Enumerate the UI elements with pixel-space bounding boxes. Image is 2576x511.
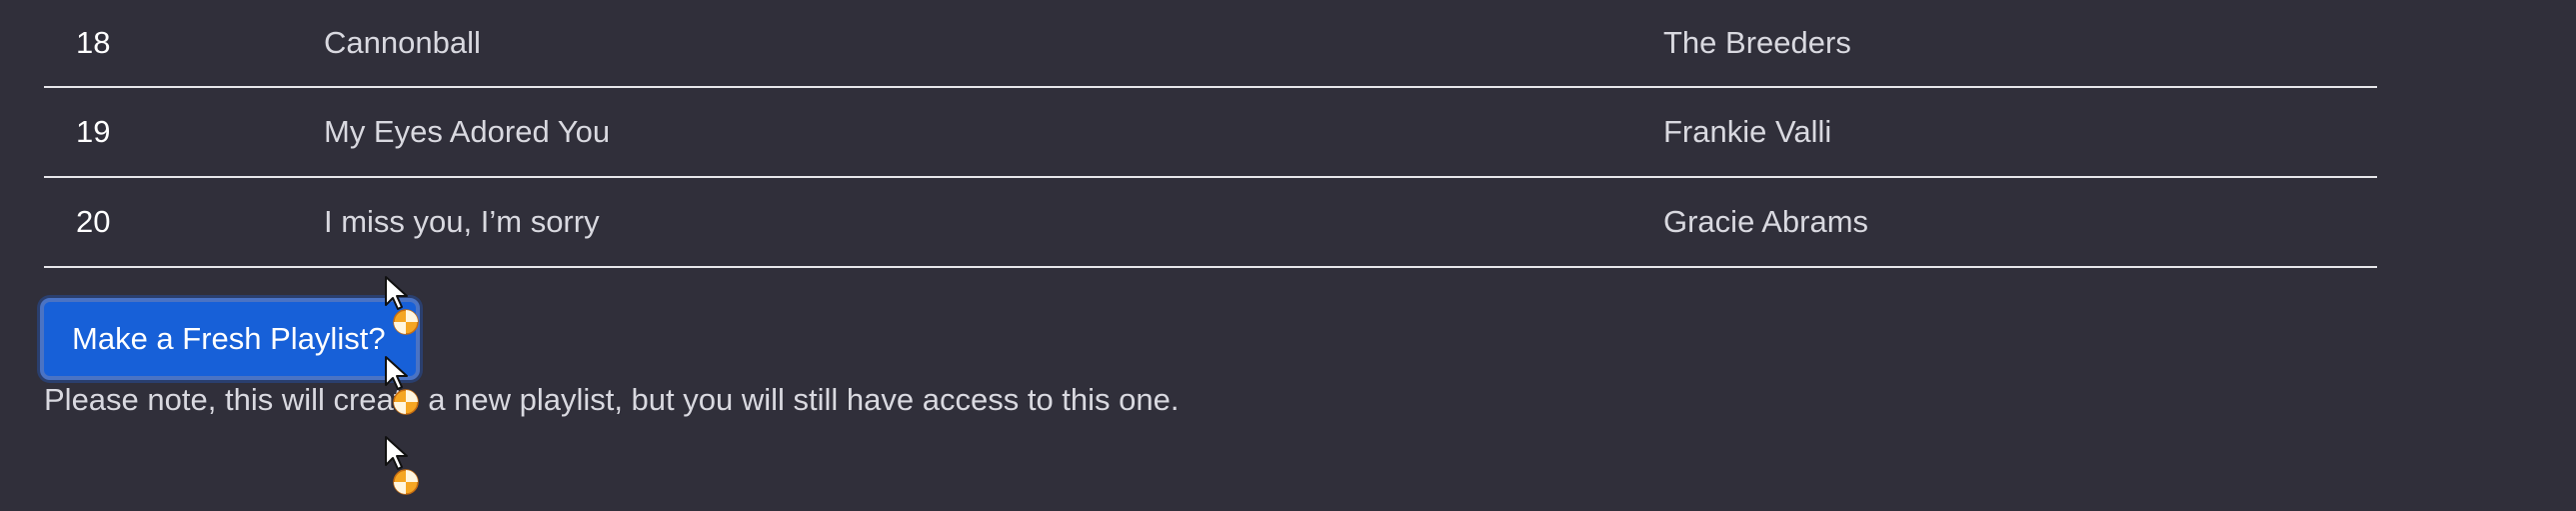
- playlist-page: 18 Cannonball The Breeders 19 My Eyes Ad…: [0, 0, 2576, 511]
- make-fresh-playlist-button[interactable]: Make a Fresh Playlist?: [40, 298, 420, 380]
- table-row[interactable]: 19 My Eyes Adored You Frankie Valli: [44, 87, 2377, 178]
- track-artist: Frankie Valli: [1663, 87, 2377, 178]
- cursor-arrow-icon: [385, 356, 408, 390]
- tracks-table: 18 Cannonball The Breeders 19 My Eyes Ad…: [44, 0, 2377, 268]
- track-title: My Eyes Adored You: [324, 87, 1663, 178]
- track-artist: Gracie Abrams: [1663, 177, 2377, 268]
- cursor-busy-badge-icon: [393, 469, 419, 495]
- cursor-busy-badge-icon: [393, 389, 419, 415]
- track-number: 18: [44, 0, 324, 88]
- busy-cursor-icon: [385, 356, 419, 415]
- track-number: 20: [44, 177, 324, 268]
- playlist-note: Please note, this will create a new play…: [44, 382, 1180, 417]
- busy-cursor-icon: [385, 276, 419, 335]
- cursor-arrow-icon: [385, 276, 408, 310]
- track-title: I miss you, I’m sorry: [324, 177, 1663, 268]
- busy-cursor-icon: [385, 436, 419, 495]
- track-number: 19: [44, 87, 324, 178]
- track-title: Cannonball: [324, 0, 1663, 88]
- cursor-busy-badge-icon: [393, 309, 419, 335]
- table-row[interactable]: 18 Cannonball The Breeders: [44, 0, 2377, 88]
- table-row[interactable]: 20 I miss you, I’m sorry Gracie Abrams: [44, 177, 2377, 268]
- cursor-arrow-icon: [385, 436, 408, 470]
- track-artist: The Breeders: [1663, 0, 2377, 88]
